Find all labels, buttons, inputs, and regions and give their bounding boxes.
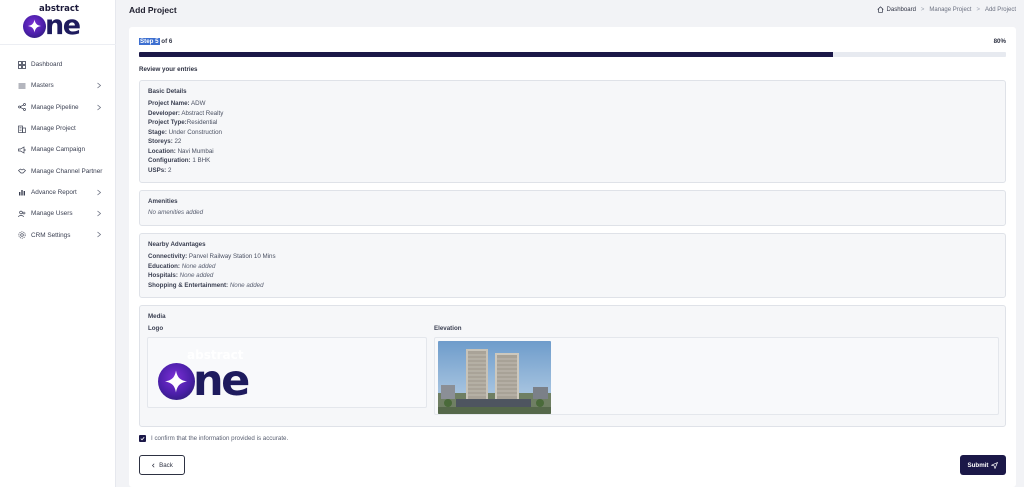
breadcrumb-separator: > <box>976 6 980 13</box>
logo-label: Logo <box>148 325 164 332</box>
basic-details-section: Basic Details Project Name: ADW Develope… <box>139 80 1006 183</box>
logo-preview: abstract ne <box>147 337 427 408</box>
back-button-label: Back <box>159 461 173 469</box>
detail-developer: Developer: Abstract Realty <box>148 109 224 117</box>
breadcrumb-add-project: Add Project <box>984 6 1016 13</box>
sidebar-item-label: Manage Pipeline <box>31 103 79 111</box>
progress-percent: 80% <box>993 38 1006 45</box>
list-icon <box>18 83 26 89</box>
detail-stage: Stage: Under Construction <box>148 128 222 136</box>
logo-wordmark: ne <box>45 10 81 41</box>
nearby-hospitals: Hospitals: None added <box>148 272 214 279</box>
back-button[interactable]: Back <box>139 455 185 475</box>
breadcrumb-separator: > <box>920 6 925 13</box>
detail-storeys: Storeys: 22 <box>148 138 182 145</box>
step-total: of 6 <box>159 38 173 45</box>
media-section: Media Logo Elevation abstract ne <box>139 305 1006 427</box>
sidebar-item-advance-report[interactable]: Advance Report <box>0 182 116 203</box>
page-title: Add Project <box>129 5 177 15</box>
logo-wordmark: ne <box>193 356 250 406</box>
section-title: Amenities <box>148 198 178 205</box>
submit-button[interactable]: Submit <box>960 455 1006 475</box>
sidebar-item-manage-channel-partner[interactable]: Manage Channel Partner <box>0 160 116 181</box>
sidebar-item-label: Masters <box>31 82 54 90</box>
sidebar-item-manage-pipeline[interactable]: Manage Pipeline <box>0 97 116 118</box>
building-elevation-image <box>438 341 551 414</box>
pipeline-icon <box>18 103 26 112</box>
sidebar-item-label: Manage Channel Partner <box>31 167 103 175</box>
confirm-checkbox[interactable] <box>139 435 146 442</box>
amenities-empty: No amenities added <box>148 209 204 216</box>
detail-location: Location: Navi Mumbai <box>148 147 214 155</box>
detail-project-type: Project Type:Residential <box>148 119 218 126</box>
nearby-education: Education: None added <box>148 262 216 270</box>
megaphone-icon <box>18 146 26 154</box>
chevron-right-icon <box>97 232 102 238</box>
confirm-label: I confirm that the information provided … <box>151 435 289 442</box>
sidebar-item-crm-settings[interactable]: CRM Settings <box>0 224 116 245</box>
nearby-connectivity: Connectivity: Panvel Railway Station 10 … <box>148 253 276 260</box>
sparkle-icon <box>165 370 187 393</box>
confirm-row[interactable]: I confirm that the information provided … <box>139 435 288 442</box>
gear-icon <box>18 231 26 239</box>
amenities-section: Amenities No amenities added <box>139 190 1006 226</box>
review-card: Step 5 of 6 80% Review your entries Basi… <box>129 27 1016 487</box>
sidebar: abstract ne Dashboard Masters Manage Pip… <box>0 0 116 487</box>
section-title: Basic Details <box>148 88 187 95</box>
sidebar-item-dashboard[interactable]: Dashboard <box>0 54 116 75</box>
chevron-left-icon <box>152 463 155 467</box>
check-icon <box>140 436 145 441</box>
sidebar-item-label: CRM Settings <box>31 231 71 239</box>
brand-logo[interactable]: abstract ne <box>22 4 96 40</box>
sidebar-item-manage-project[interactable]: Manage Project <box>0 118 116 139</box>
send-icon <box>991 461 999 469</box>
submit-button-label: Submit <box>967 461 989 469</box>
breadcrumb-manage-project[interactable]: Manage Project <box>929 7 971 13</box>
sidebar-item-label: Manage Campaign <box>31 146 85 154</box>
sidebar-item-label: Dashboard <box>31 61 63 69</box>
sidebar-item-label: Advance Report <box>31 188 77 196</box>
sidebar-item-label: Manage Users <box>31 210 73 218</box>
chevron-right-icon <box>97 189 102 196</box>
breadcrumb: Dashboard > Manage Project > Add Project <box>877 6 1016 13</box>
elevation-label: Elevation <box>434 325 462 332</box>
dashboard-icon <box>18 60 26 69</box>
users-icon <box>18 210 26 217</box>
sidebar-divider <box>0 44 116 45</box>
nearby-shopping: Shopping & Entertainment: None added <box>148 281 264 289</box>
sidebar-item-manage-users[interactable]: Manage Users <box>0 203 116 224</box>
chevron-right-icon <box>97 104 102 110</box>
detail-configuration: Configuration: 1 BHK <box>148 157 211 164</box>
chevron-right-icon <box>97 82 102 89</box>
sidebar-nav: Dashboard Masters Manage Pipeline Manage… <box>0 54 116 246</box>
sidebar-item-masters[interactable]: Masters <box>0 75 116 96</box>
home-icon <box>877 6 884 13</box>
handshake-icon <box>18 168 26 174</box>
progress-bar <box>139 52 1006 57</box>
detail-usps: USPs: 2 <box>148 166 172 174</box>
chevron-right-icon <box>97 210 102 217</box>
sidebar-item-label: Manage Project <box>31 125 76 133</box>
section-title: Media <box>148 313 166 320</box>
nearby-advantages-section: Nearby Advantages Connectivity: Panvel R… <box>139 233 1006 298</box>
section-title: Nearby Advantages <box>148 241 206 248</box>
review-heading: Review your entries <box>139 66 198 73</box>
building-icon <box>18 125 26 133</box>
detail-project-name: Project Name: ADW <box>148 100 206 107</box>
elevation-preview <box>434 337 999 415</box>
step-current: Step 5 <box>139 38 160 45</box>
breadcrumb-dashboard[interactable]: Dashboard <box>887 7 916 13</box>
progress-bar-fill <box>139 52 833 57</box>
bar-chart-icon <box>19 190 25 196</box>
step-indicator: Step 5 of 6 <box>139 38 172 45</box>
sidebar-item-manage-campaign[interactable]: Manage Campaign <box>0 139 116 160</box>
sparkle-icon <box>28 19 41 33</box>
